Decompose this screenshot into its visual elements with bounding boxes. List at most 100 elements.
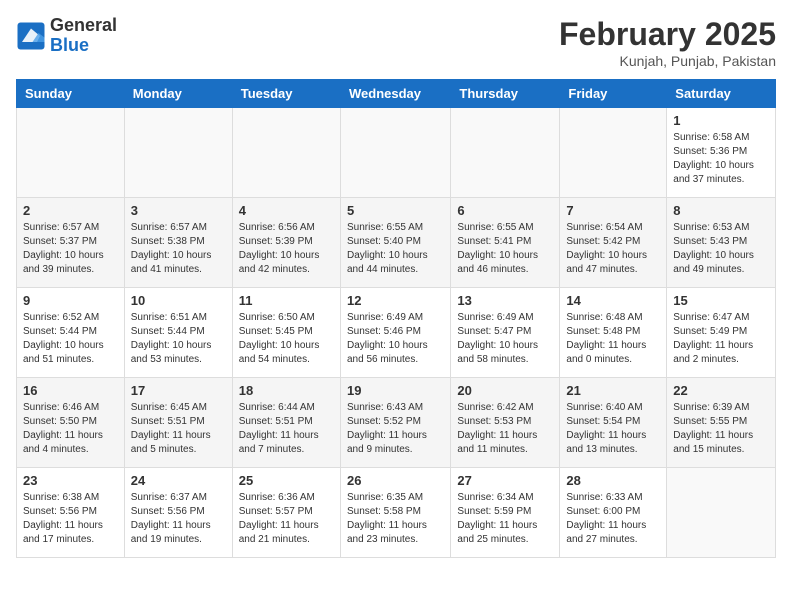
calendar-cell: 2 Sunrise: 6:57 AM Sunset: 5:37 PM Daylig…: [17, 198, 125, 288]
day-info: Sunrise: 6:50 AM Sunset: 5:45 PM Dayligh…: [239, 311, 334, 367]
calendar-cell: [667, 468, 776, 558]
day-info: Sunrise: 6:38 AM Sunset: 5:56 PM Dayligh…: [23, 491, 118, 547]
day-number: 11: [239, 293, 334, 308]
day-info: Sunrise: 6:57 AM Sunset: 5:38 PM Dayligh…: [131, 221, 226, 277]
calendar-cell: 5 Sunrise: 6:55 AM Sunset: 5:40 PM Daylig…: [340, 198, 450, 288]
calendar-cell: 10 Sunrise: 6:51 AM Sunset: 5:44 PM Dayli…: [124, 288, 232, 378]
day-info: Sunrise: 6:57 AM Sunset: 5:37 PM Dayligh…: [23, 221, 118, 277]
calendar-cell: 28 Sunrise: 6:33 AM Sunset: 6:00 PM Dayli…: [560, 468, 667, 558]
day-number: 10: [131, 293, 226, 308]
calendar-cell: 25 Sunrise: 6:36 AM Sunset: 5:57 PM Dayli…: [232, 468, 340, 558]
day-number: 15: [673, 293, 769, 308]
day-number: 18: [239, 383, 334, 398]
day-number: 24: [131, 473, 226, 488]
day-info: Sunrise: 6:47 AM Sunset: 5:49 PM Dayligh…: [673, 311, 769, 367]
day-number: 7: [566, 203, 660, 218]
day-info: Sunrise: 6:40 AM Sunset: 5:54 PM Dayligh…: [566, 401, 660, 457]
day-info: Sunrise: 6:49 AM Sunset: 5:47 PM Dayligh…: [457, 311, 553, 367]
logo-text: General Blue: [50, 16, 117, 56]
day-number: 28: [566, 473, 660, 488]
day-number: 2: [23, 203, 118, 218]
calendar-week-row: 1Sunrise: 6:58 AM Sunset: 5:36 PM Daylig…: [17, 108, 776, 198]
weekday-header-saturday: Saturday: [667, 80, 776, 108]
day-info: Sunrise: 6:42 AM Sunset: 5:53 PM Dayligh…: [457, 401, 553, 457]
day-number: 8: [673, 203, 769, 218]
day-number: 25: [239, 473, 334, 488]
day-number: 23: [23, 473, 118, 488]
weekday-header-tuesday: Tuesday: [232, 80, 340, 108]
page-header: General Blue February 2025 Kunjah, Punja…: [16, 16, 776, 69]
day-info: Sunrise: 6:35 AM Sunset: 5:58 PM Dayligh…: [347, 491, 444, 547]
calendar-week-row: 23 Sunrise: 6:38 AM Sunset: 5:56 PM Dayli…: [17, 468, 776, 558]
calendar-cell: [17, 108, 125, 198]
day-info: Sunrise: 6:34 AM Sunset: 5:59 PM Dayligh…: [457, 491, 553, 547]
calendar-cell: 9 Sunrise: 6:52 AM Sunset: 5:44 PM Daylig…: [17, 288, 125, 378]
day-info: Sunrise: 6:51 AM Sunset: 5:44 PM Dayligh…: [131, 311, 226, 367]
day-number: 27: [457, 473, 553, 488]
day-info: Sunrise: 6:55 AM Sunset: 5:40 PM Dayligh…: [347, 221, 444, 277]
calendar-cell: 15 Sunrise: 6:47 AM Sunset: 5:49 PM Dayli…: [667, 288, 776, 378]
calendar-cell: 18Sunrise: 6:44 AM Sunset: 5:51 PM Dayli…: [232, 378, 340, 468]
day-number: 16: [23, 383, 118, 398]
calendar-cell: 17Sunrise: 6:45 AM Sunset: 5:51 PM Dayli…: [124, 378, 232, 468]
day-number: 17: [131, 383, 226, 398]
day-number: 1: [673, 113, 769, 128]
day-info: Sunrise: 6:48 AM Sunset: 5:48 PM Dayligh…: [566, 311, 660, 367]
calendar-cell: [232, 108, 340, 198]
calendar-cell: 8 Sunrise: 6:53 AM Sunset: 5:43 PM Daylig…: [667, 198, 776, 288]
day-info: Sunrise: 6:54 AM Sunset: 5:42 PM Dayligh…: [566, 221, 660, 277]
day-info: Sunrise: 6:52 AM Sunset: 5:44 PM Dayligh…: [23, 311, 118, 367]
day-number: 22: [673, 383, 769, 398]
calendar-cell: [340, 108, 450, 198]
day-info: Sunrise: 6:49 AM Sunset: 5:46 PM Dayligh…: [347, 311, 444, 367]
weekday-header-monday: Monday: [124, 80, 232, 108]
day-number: 21: [566, 383, 660, 398]
calendar-cell: 22 Sunrise: 6:39 AM Sunset: 5:55 PM Dayli…: [667, 378, 776, 468]
calendar-week-row: 16 Sunrise: 6:46 AM Sunset: 5:50 PM Dayli…: [17, 378, 776, 468]
logo-blue: Blue: [50, 36, 117, 56]
calendar-cell: 16 Sunrise: 6:46 AM Sunset: 5:50 PM Dayli…: [17, 378, 125, 468]
calendar-cell: 3 Sunrise: 6:57 AM Sunset: 5:38 PM Daylig…: [124, 198, 232, 288]
location: Kunjah, Punjab, Pakistan: [559, 53, 776, 69]
day-number: 3: [131, 203, 226, 218]
calendar-cell: 21 Sunrise: 6:40 AM Sunset: 5:54 PM Dayli…: [560, 378, 667, 468]
day-info: Sunrise: 6:33 AM Sunset: 6:00 PM Dayligh…: [566, 491, 660, 547]
day-info: Sunrise: 6:53 AM Sunset: 5:43 PM Dayligh…: [673, 221, 769, 277]
calendar-cell: 19 Sunrise: 6:43 AM Sunset: 5:52 PM Dayli…: [340, 378, 450, 468]
day-number: 5: [347, 203, 444, 218]
calendar-cell: 27 Sunrise: 6:34 AM Sunset: 5:59 PM Dayli…: [451, 468, 560, 558]
day-number: 20: [457, 383, 553, 398]
calendar-table: SundayMondayTuesdayWednesdayThursdayFrid…: [16, 79, 776, 558]
day-info: Sunrise: 6:56 AM Sunset: 5:39 PM Dayligh…: [239, 221, 334, 277]
calendar-cell: 11 Sunrise: 6:50 AM Sunset: 5:45 PM Dayli…: [232, 288, 340, 378]
day-info: Sunrise: 6:37 AM Sunset: 5:56 PM Dayligh…: [131, 491, 226, 547]
calendar-cell: 23 Sunrise: 6:38 AM Sunset: 5:56 PM Dayli…: [17, 468, 125, 558]
month-title: February 2025: [559, 16, 776, 53]
calendar-cell: [124, 108, 232, 198]
calendar-cell: 20 Sunrise: 6:42 AM Sunset: 5:53 PM Dayli…: [451, 378, 560, 468]
calendar-cell: 14 Sunrise: 6:48 AM Sunset: 5:48 PM Dayli…: [560, 288, 667, 378]
calendar-cell: [560, 108, 667, 198]
calendar-header-row: SundayMondayTuesdayWednesdayThursdayFrid…: [17, 80, 776, 108]
calendar-cell: 7 Sunrise: 6:54 AM Sunset: 5:42 PM Daylig…: [560, 198, 667, 288]
weekday-header-thursday: Thursday: [451, 80, 560, 108]
day-info: Sunrise: 6:39 AM Sunset: 5:55 PM Dayligh…: [673, 401, 769, 457]
calendar-week-row: 2 Sunrise: 6:57 AM Sunset: 5:37 PM Daylig…: [17, 198, 776, 288]
day-info: Sunrise: 6:36 AM Sunset: 5:57 PM Dayligh…: [239, 491, 334, 547]
day-number: 12: [347, 293, 444, 308]
calendar-cell: 1Sunrise: 6:58 AM Sunset: 5:36 PM Daylig…: [667, 108, 776, 198]
day-number: 13: [457, 293, 553, 308]
logo-general: General: [50, 16, 117, 36]
weekday-header-friday: Friday: [560, 80, 667, 108]
day-info: Sunrise: 6:55 AM Sunset: 5:41 PM Dayligh…: [457, 221, 553, 277]
weekday-header-wednesday: Wednesday: [340, 80, 450, 108]
day-number: 9: [23, 293, 118, 308]
day-number: 14: [566, 293, 660, 308]
calendar-cell: 13 Sunrise: 6:49 AM Sunset: 5:47 PM Dayli…: [451, 288, 560, 378]
day-number: 19: [347, 383, 444, 398]
day-number: 6: [457, 203, 553, 218]
day-info: Sunrise: 6:46 AM Sunset: 5:50 PM Dayligh…: [23, 401, 118, 457]
calendar-cell: 12 Sunrise: 6:49 AM Sunset: 5:46 PM Dayli…: [340, 288, 450, 378]
day-info: Sunrise: 6:43 AM Sunset: 5:52 PM Dayligh…: [347, 401, 444, 457]
calendar-cell: 24 Sunrise: 6:37 AM Sunset: 5:56 PM Dayli…: [124, 468, 232, 558]
